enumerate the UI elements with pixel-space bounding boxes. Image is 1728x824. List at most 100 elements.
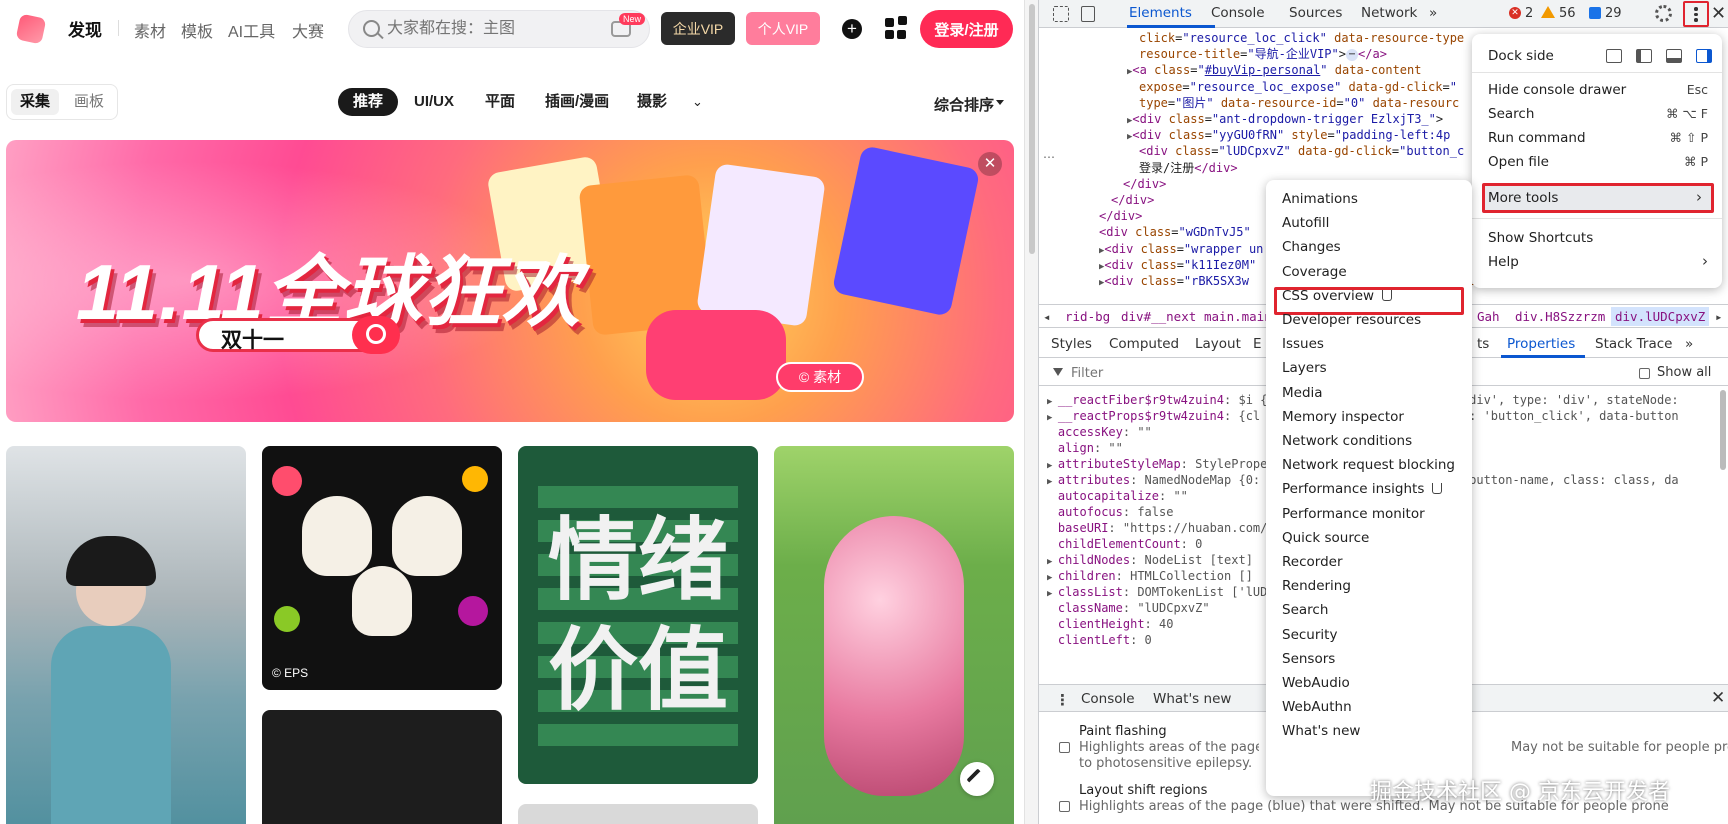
promo-banner[interactable]: 11.11全球狂欢 双十一 © 素材	[6, 140, 1014, 422]
dom-node-line[interactable]: expose="resource_loc_expose" data-gd-cli…	[1139, 79, 1457, 96]
layout-shift-checkbox[interactable]	[1059, 801, 1070, 812]
property-row[interactable]: autofocus: false	[1047, 504, 1174, 521]
more-tools-item-rendering[interactable]: Rendering	[1282, 575, 1351, 597]
breadcrumb-item[interactable]: main.main	[1204, 309, 1272, 324]
property-row[interactable]: align: ""	[1047, 440, 1123, 457]
subtab-event-listeners[interactable]: E	[1253, 336, 1262, 352]
sort-dropdown[interactable]: 综合排序	[934, 94, 994, 115]
property-row[interactable]: clientLeft: 0	[1047, 632, 1152, 649]
expand-triangle-icon[interactable]: ▶	[1047, 477, 1058, 487]
property-row[interactable]: ▶ __reactFiber$r9tw4zuin4: $i {	[1047, 392, 1267, 409]
site-search-input[interactable]	[387, 17, 587, 41]
dom-node-line[interactable]: <div class="wGDnTvJ5"	[1099, 224, 1251, 241]
property-row[interactable]: ▶ childNodes: NodeList [text]	[1047, 552, 1253, 569]
breadcrumb-scroll-right[interactable]: ▸	[1715, 309, 1723, 324]
property-row[interactable]: childElementCount: 0	[1047, 536, 1203, 553]
dom-node-line[interactable]: ▶<div class="wrapper un	[1099, 241, 1263, 258]
drawer-menu-icon[interactable]: ⋮	[1055, 691, 1070, 709]
property-row[interactable]: className: "lUDCpxvZ"	[1047, 600, 1210, 617]
menu-item-hide-console-drawer[interactable]: Hide console drawer Esc	[1472, 78, 1722, 102]
category-graphic[interactable]: 平面	[485, 88, 515, 116]
more-subtabs-icon[interactable]: »	[1685, 336, 1693, 352]
login-register-button[interactable]: 登录/注册	[920, 10, 1013, 48]
properties-scrollbar[interactable]	[1720, 390, 1726, 470]
undock-icon[interactable]	[1606, 49, 1622, 63]
inspect-element-icon[interactable]	[1053, 6, 1069, 22]
more-tools-item-media[interactable]: Media	[1282, 382, 1323, 404]
expand-triangle-icon[interactable]: ▶	[1047, 413, 1058, 423]
category-uiux[interactable]: UI/UX	[414, 88, 454, 116]
dom-node-line[interactable]: 登录/注册</div>	[1139, 160, 1238, 177]
expand-triangle-icon[interactable]: ▶	[1047, 573, 1058, 583]
paint-flashing-checkbox[interactable]	[1059, 742, 1070, 753]
menu-item-show-shortcuts[interactable]: Show Shortcuts	[1472, 226, 1722, 250]
dom-node-line[interactable]: ▶<div class="k11Iez0M"	[1099, 257, 1256, 274]
property-row[interactable]: accessKey: ""	[1047, 424, 1152, 441]
more-tools-item-security[interactable]: Security	[1282, 624, 1337, 646]
more-tools-item-search[interactable]: Search	[1282, 599, 1328, 621]
property-row[interactable]: ▶ classList: DOMTokenList ['lUD	[1047, 584, 1267, 601]
subtab-layout[interactable]: Layout	[1195, 336, 1241, 352]
more-tools-item-coverage[interactable]: Coverage	[1282, 261, 1347, 283]
tab-console[interactable]: Console	[1211, 5, 1265, 21]
dom-node-line[interactable]: click="resource_loc_click" data-resource…	[1139, 30, 1464, 47]
more-tools-item-developer-resources[interactable]: Developer resources	[1282, 309, 1421, 331]
more-tools-item-memory-inspector[interactable]: Memory inspector	[1282, 406, 1404, 428]
personal-vip-button[interactable]: 个人VIP	[746, 12, 820, 45]
error-icon[interactable]: ✕	[1509, 7, 1521, 19]
breadcrumb-item[interactable]: div.H8Szzrzm	[1515, 309, 1605, 324]
image-card-dia-de-los-muertos[interactable]: © EPS	[262, 446, 502, 690]
more-tools-item-autofill[interactable]: Autofill	[1282, 212, 1329, 234]
subtab-stack-trace[interactable]: Stack Trace	[1595, 336, 1672, 352]
properties-filter-input[interactable]	[1071, 364, 1251, 382]
show-all-checkbox[interactable]	[1639, 368, 1650, 379]
nav-discover[interactable]: 发现	[68, 16, 102, 41]
apps-grid-icon[interactable]	[885, 16, 907, 40]
settings-gear-icon[interactable]	[1655, 5, 1672, 22]
banner-close-icon[interactable]: ✕	[978, 152, 1002, 176]
enterprise-vip-button[interactable]: 企业VIP	[661, 12, 735, 45]
property-row[interactable]: autocapitalize: ""	[1047, 488, 1188, 505]
menu-item-run-command[interactable]: Run command ⌘ ⇧ P	[1472, 126, 1722, 150]
more-tools-item-webaudio[interactable]: WebAudio	[1282, 672, 1350, 694]
tab-sources[interactable]: Sources	[1289, 5, 1342, 21]
category-photography[interactable]: 摄影	[637, 88, 667, 116]
gutter-dots[interactable]: ⋯	[1043, 150, 1055, 164]
more-tabs-icon[interactable]: »	[1429, 5, 1437, 21]
more-tools-item-layers[interactable]: Layers	[1282, 357, 1327, 379]
property-row[interactable]: ▶ attributeStyleMap: StylePrope	[1047, 456, 1267, 473]
menu-item-help[interactable]: Help ›	[1472, 250, 1722, 274]
breadcrumb-item[interactable]: div#__next	[1121, 309, 1196, 324]
dom-node-line[interactable]: <div class="lUDCpxvZ" data-gd-click="but…	[1139, 143, 1464, 160]
category-illustration[interactable]: 插画/漫画	[545, 88, 609, 116]
plus-icon[interactable]: +	[842, 19, 862, 39]
dom-node-line[interactable]: </div>	[1111, 192, 1154, 209]
dock-bottom-icon[interactable]	[1666, 49, 1682, 63]
drawer-tab-console[interactable]: Console	[1081, 691, 1135, 707]
subtab-computed[interactable]: Computed	[1109, 336, 1179, 352]
expand-triangle-icon[interactable]: ▶	[1047, 397, 1058, 407]
tab-elements[interactable]: Elements	[1129, 5, 1192, 21]
more-tools-item-performance-monitor[interactable]: Performance monitor	[1282, 503, 1425, 525]
more-tools-item-performance-insights[interactable]: Performance insights	[1282, 478, 1443, 500]
nav-item-ai-tools[interactable]: AI工具	[228, 18, 275, 42]
property-row[interactable]: clientHeight: 40	[1047, 616, 1174, 633]
subtab-properties[interactable]: Properties	[1507, 336, 1575, 352]
more-tools-item-what-s-new[interactable]: What's new	[1282, 720, 1360, 742]
more-tools-item-css-overview[interactable]: CSS overview	[1282, 285, 1393, 307]
dock-left-icon[interactable]	[1636, 49, 1652, 63]
category-recommend[interactable]: 推荐	[338, 88, 399, 116]
more-tools-item-changes[interactable]: Changes	[1282, 236, 1341, 258]
menu-item-open-file[interactable]: Open file ⌘ P	[1472, 150, 1722, 174]
page-scrollbar[interactable]	[1024, 0, 1038, 824]
menu-item-more-tools[interactable]: More tools ›	[1472, 186, 1722, 210]
tool-button[interactable]	[960, 762, 994, 796]
more-tools-item-issues[interactable]: Issues	[1282, 333, 1324, 355]
dom-node-line[interactable]: ▶<div class="rBK5SX3w	[1099, 273, 1249, 290]
more-tools-item-animations[interactable]: Animations	[1282, 188, 1358, 210]
expand-triangle-icon[interactable]: ▶	[1047, 589, 1058, 599]
more-tools-item-quick-source[interactable]: Quick source	[1282, 527, 1369, 549]
more-tools-item-network-request-blocking[interactable]: Network request blocking	[1282, 454, 1455, 476]
device-toolbar-icon[interactable]	[1081, 6, 1095, 22]
image-card-placeholder[interactable]	[518, 804, 758, 824]
